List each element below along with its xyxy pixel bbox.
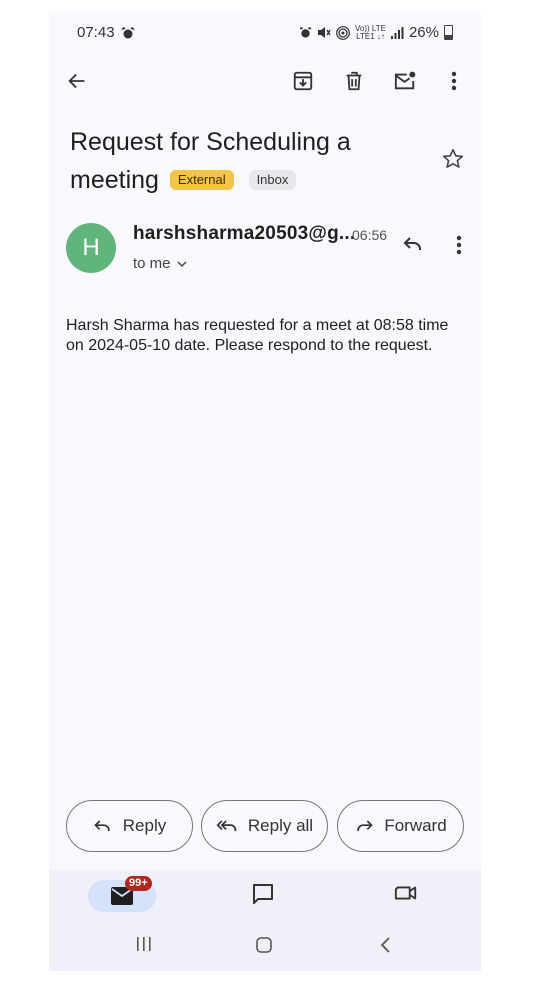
battery-percent: 26% — [408, 24, 439, 41]
chat-icon — [253, 884, 273, 904]
lte-indicator: Vo)) LTE LTE1 ↓↑ — [355, 24, 386, 41]
trash-icon — [346, 71, 362, 91]
back-chevron-icon — [380, 937, 390, 953]
email-subject: Request for Scheduling a meeting Externa… — [70, 123, 430, 199]
video-camera-icon — [394, 886, 417, 900]
reply-label: Reply — [122, 816, 167, 835]
status-left: 07:43 — [77, 24, 135, 41]
mute-icon — [317, 27, 331, 38]
label-external[interactable]: External — [169, 170, 234, 190]
arrow-left-icon — [68, 73, 85, 89]
reply-all-icon — [216, 820, 237, 832]
delete-button[interactable] — [340, 67, 368, 95]
message-more-button[interactable] — [447, 231, 471, 259]
status-right: Vo)) LTE LTE1 ↓↑ 26% — [299, 24, 453, 41]
bottom-navigation: 99+ — [49, 870, 481, 922]
nav-meet-tab[interactable] — [394, 882, 424, 910]
signal-icon — [390, 26, 404, 39]
reply-icon — [403, 237, 421, 250]
lte-bottom: LTE1 ↓↑ — [356, 31, 385, 41]
unread-count-badge: 99+ — [125, 876, 152, 891]
forward-icon — [357, 820, 373, 831]
more-vert-icon — [456, 235, 462, 255]
archive-icon — [293, 71, 313, 91]
alarm-icon — [299, 27, 312, 38]
mark-unread-button[interactable] — [391, 67, 419, 95]
sender-avatar[interactable]: H — [66, 223, 116, 273]
reply-all-button[interactable]: Reply all — [201, 800, 328, 852]
forward-label: Forward — [384, 816, 447, 835]
reply-button[interactable]: Reply — [66, 800, 193, 852]
toolbar — [49, 59, 481, 103]
archive-button[interactable] — [289, 67, 317, 95]
nav-mail-tab[interactable]: 99+ — [88, 876, 156, 912]
home-button[interactable] — [255, 936, 279, 958]
email-time: 06:56 — [352, 227, 388, 243]
mail-unread-icon — [394, 71, 416, 90]
phone-screen: 07:43 Vo)) LTE LTE1 ↓↑ 26% Request for S… — [49, 11, 481, 971]
reply-icon-button[interactable] — [401, 231, 429, 259]
star-button[interactable] — [441, 147, 467, 173]
label-inbox[interactable]: Inbox — [248, 170, 297, 190]
alarm-icon — [121, 26, 134, 38]
system-navigation-bar — [49, 922, 481, 971]
hotspot-icon — [336, 25, 350, 40]
recipient-details-toggle[interactable]: to me — [133, 255, 187, 272]
recent-apps-button[interactable] — [135, 936, 159, 958]
home-icon — [256, 937, 272, 953]
more-options-button[interactable] — [440, 67, 468, 95]
chevron-down-icon — [176, 260, 187, 267]
more-vert-icon — [451, 71, 457, 91]
nav-chat-tab[interactable] — [251, 882, 279, 910]
reply-icon — [94, 820, 110, 831]
forward-button[interactable]: Forward — [337, 800, 464, 852]
status-time: 07:43 — [77, 24, 115, 41]
recipient-text: to me — [133, 255, 171, 272]
back-nav-button[interactable] — [379, 936, 403, 958]
email-body: Harsh Sharma has requested for a meet at… — [66, 317, 449, 354]
star-icon — [442, 149, 464, 168]
recent-apps-icon — [137, 937, 151, 951]
reply-all-label: Reply all — [247, 816, 314, 835]
sender-name[interactable]: harshsharma20503@g... — [133, 223, 355, 245]
action-buttons: Reply Reply all Forward — [66, 800, 466, 854]
back-button[interactable] — [63, 67, 91, 95]
battery-icon — [444, 25, 453, 40]
status-bar: 07:43 Vo)) LTE LTE1 ↓↑ 26% — [49, 11, 481, 55]
